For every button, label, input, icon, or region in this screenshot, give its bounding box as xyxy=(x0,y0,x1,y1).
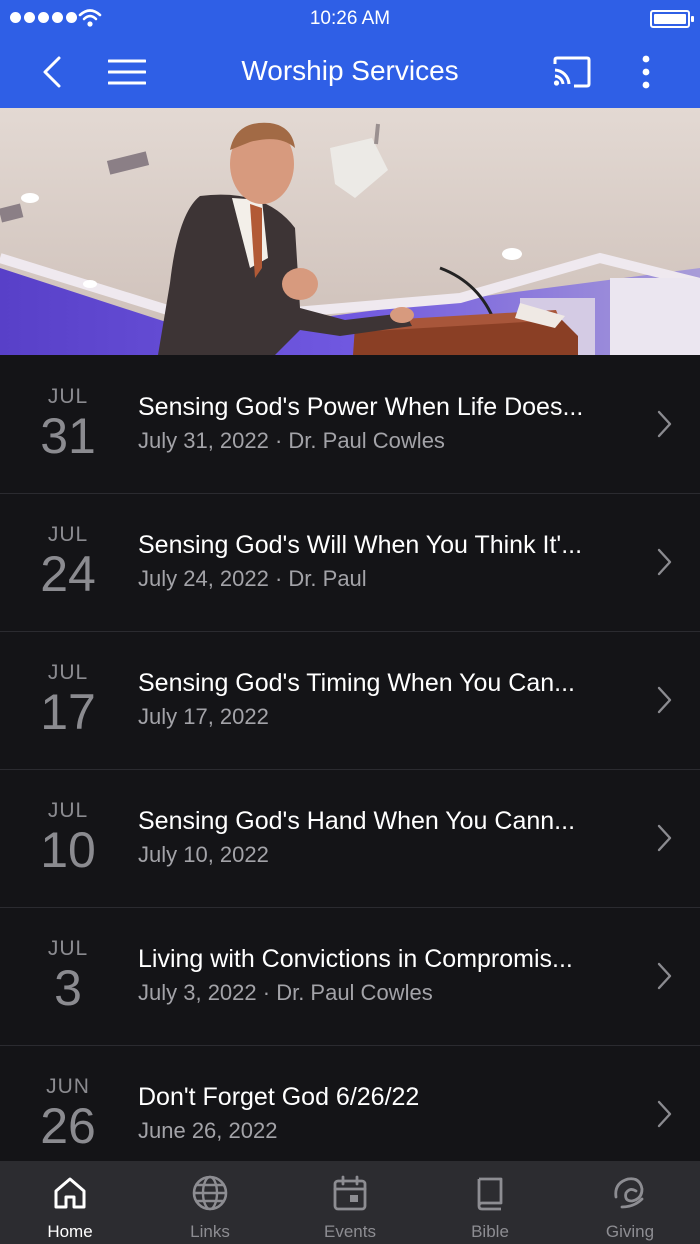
chevron-right-icon xyxy=(657,824,672,852)
tab-bar: Home Links Events Bible Giving xyxy=(0,1161,700,1244)
sermon-title: Sensing God's Will When You Think It'... xyxy=(138,531,583,559)
sermon-subtitle: July 3, 2022 · Dr. Paul Cowles xyxy=(138,980,433,1005)
sermon-month: JUL xyxy=(47,523,89,546)
cast-icon xyxy=(553,56,591,88)
sermon-day: 26 xyxy=(40,1098,96,1154)
tab-label: Giving xyxy=(605,1222,655,1241)
sermon-title: Sensing God's Power When Life Does... xyxy=(138,393,584,421)
sermon-month: JUL xyxy=(47,799,89,822)
tab-events[interactable]: Events xyxy=(280,1161,420,1244)
sermon-subtitle: July 31, 2022 · Dr. Paul Cowles xyxy=(138,428,445,453)
chevron-right-icon xyxy=(657,686,672,714)
battery-icon xyxy=(650,10,694,28)
tab-label: Home xyxy=(47,1222,93,1241)
tab-home[interactable]: Home xyxy=(0,1161,140,1244)
calendar-icon xyxy=(333,1175,367,1211)
sermon-title: Sensing God's Timing When You Can... xyxy=(138,669,575,697)
status-bar: 10:26 AM xyxy=(0,0,700,36)
sermon-title: Sensing God's Hand When You Cann... xyxy=(138,807,576,835)
globe-icon xyxy=(192,1175,228,1211)
home-icon xyxy=(54,1177,86,1209)
status-time: 10:26 AM xyxy=(309,8,391,29)
chevron-right-icon xyxy=(657,962,672,990)
sermon-subtitle: July 17, 2022 xyxy=(138,704,269,729)
sermon-title: Living with Convictions in Compromis... xyxy=(138,945,573,973)
chevron-right-icon xyxy=(657,410,672,438)
sermon-subtitle: July 24, 2022 · Dr. Paul xyxy=(138,566,367,591)
chevron-right-icon xyxy=(657,1100,672,1128)
sermon-month: JUL xyxy=(47,385,89,408)
sermon-month: JUL xyxy=(47,937,89,960)
chevron-right-icon xyxy=(657,548,672,576)
sermon-list: JUL 31 Sensing God's Power When Life Doe… xyxy=(0,355,700,1161)
tab-links[interactable]: Links xyxy=(140,1161,280,1244)
sermon-row[interactable]: JUL 24 Sensing God's Will When You Think… xyxy=(0,493,700,632)
nav-bar: Worship Services xyxy=(0,42,700,102)
sermon-month: JUN xyxy=(46,1075,90,1098)
tab-bible[interactable]: Bible xyxy=(420,1161,560,1244)
more-options-button[interactable] xyxy=(626,50,666,94)
sermon-subtitle: July 10, 2022 xyxy=(138,842,269,867)
book-icon xyxy=(477,1177,503,1211)
tab-label: Links xyxy=(190,1222,230,1241)
sermon-title: Don't Forget God 6/26/22 xyxy=(138,1083,420,1111)
tab-label: Bible xyxy=(471,1222,509,1241)
sermon-day: 17 xyxy=(40,684,96,740)
cast-button[interactable] xyxy=(548,50,596,94)
sermon-row[interactable]: JUL 10 Sensing God's Hand When You Cann.… xyxy=(0,769,700,908)
sermon-row[interactable]: JUL 3 Living with Convictions in Comprom… xyxy=(0,907,700,1046)
sermon-row[interactable]: JUL 17 Sensing God's Timing When You Can… xyxy=(0,631,700,770)
sermon-day: 31 xyxy=(40,408,96,464)
sermon-day: 24 xyxy=(40,546,96,602)
hero-image xyxy=(0,108,700,355)
sermon-month: JUL xyxy=(47,661,89,684)
giving-icon xyxy=(614,1177,644,1209)
sermon-subtitle: June 26, 2022 xyxy=(138,1118,278,1143)
sermon-row[interactable]: JUN 26 Don't Forget God 6/26/22 June 26,… xyxy=(0,1045,700,1161)
app-header: 10:26 AM Worship Services xyxy=(0,0,700,108)
sermon-day: 10 xyxy=(40,822,96,878)
tab-giving[interactable]: Giving xyxy=(560,1161,700,1244)
more-vertical-icon xyxy=(642,55,650,89)
sermon-row[interactable]: JUL 31 Sensing God's Power When Life Doe… xyxy=(0,355,700,494)
sermon-day: 3 xyxy=(54,960,82,1016)
tab-label: Events xyxy=(324,1222,376,1241)
